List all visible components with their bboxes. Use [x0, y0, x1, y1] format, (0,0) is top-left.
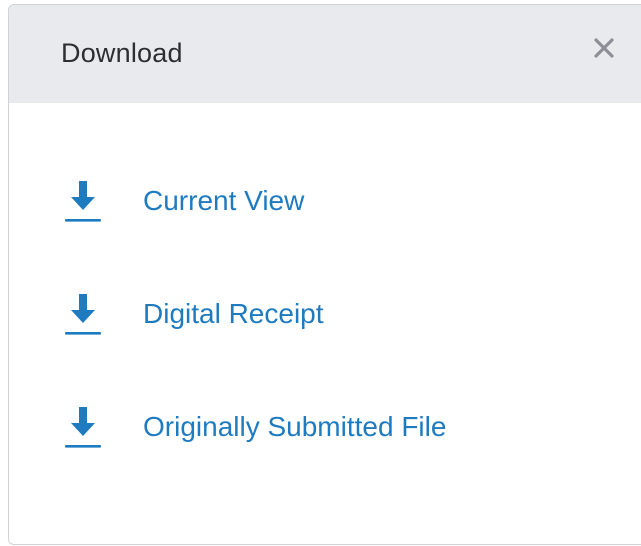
- close-button[interactable]: [589, 33, 619, 63]
- download-item-label: Originally Submitted File: [143, 411, 447, 442]
- download-icon: [65, 407, 101, 448]
- download-dialog: Download Current View Digital Receipt Or…: [8, 4, 641, 545]
- close-icon: [594, 38, 614, 58]
- download-digital-receipt[interactable]: Digital Receipt: [63, 286, 324, 342]
- download-current-view[interactable]: Current View: [63, 173, 304, 229]
- download-icon: [65, 181, 101, 222]
- download-item-label: Digital Receipt: [143, 298, 324, 329]
- download-originally-submitted-file[interactable]: Originally Submitted File: [63, 399, 446, 455]
- dialog-title: Download: [61, 38, 183, 68]
- download-icon: [65, 294, 101, 335]
- download-item-label: Current View: [143, 185, 305, 216]
- dialog-header: Download: [9, 5, 641, 103]
